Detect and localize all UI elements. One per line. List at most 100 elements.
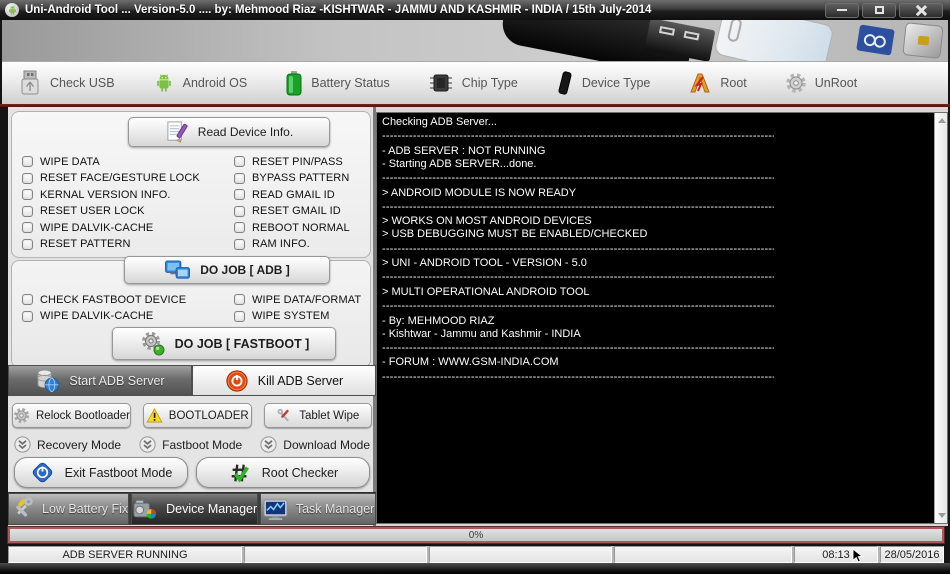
console-line: > WORKS ON MOST ANDROID DEVICES xyxy=(382,215,592,228)
minimize-icon xyxy=(837,8,847,12)
checkbox-box[interactable] xyxy=(234,222,245,233)
bootloader-button[interactable]: BOOTLOADER xyxy=(142,403,252,428)
checkbox-box[interactable] xyxy=(234,172,245,184)
checkbox-box[interactable] xyxy=(22,172,33,184)
fastboot-mode-button[interactable]: Fastboot Mode xyxy=(139,435,242,454)
toolbar-item-label: Device Type xyxy=(581,76,651,90)
maximize-button[interactable] xyxy=(862,2,896,18)
toolbar-check-usb[interactable]: Check USB xyxy=(18,70,115,96)
checkbox-box[interactable] xyxy=(22,189,33,200)
adb-server-button-row: Start ADB Server Kill ADB Server xyxy=(8,365,376,396)
checkbox-wipe-dalvik-cache[interactable]: WIPE DALVIK-CACHE xyxy=(22,221,200,234)
button-label: Exit Fastboot Mode xyxy=(64,465,173,480)
checkbox-box[interactable] xyxy=(234,294,245,305)
task-manager-button[interactable]: Task Manager xyxy=(260,493,376,525)
mode-button-row: Recovery Mode Fastboot Mode Download Mode xyxy=(14,435,370,454)
toolbar-item-label: Root xyxy=(720,76,747,90)
checkbox-kernal-version-info[interactable]: KERNAL VERSION INFO. xyxy=(22,188,200,201)
do-job-adb-button[interactable]: DO JOB [ ADB ] xyxy=(124,256,330,284)
toolbar-root[interactable]: Root xyxy=(688,71,747,95)
circuit-component-image xyxy=(902,22,944,59)
button-label: Device Manager xyxy=(166,502,258,516)
checkbox-box[interactable] xyxy=(22,310,33,322)
root-checker-button[interactable]: Root Checker xyxy=(196,457,370,488)
chevrons-down-icon xyxy=(139,436,156,453)
minimize-button[interactable] xyxy=(825,2,859,18)
checkbox-box[interactable] xyxy=(22,294,33,305)
button-label: Task Manager xyxy=(295,502,375,516)
checkbox-check-fastboot-device[interactable]: CHECK FASTBOOT DEVICE xyxy=(22,293,186,306)
checkbox-box[interactable] xyxy=(234,189,245,200)
toolbar-unroot[interactable]: UnRoot xyxy=(785,72,857,94)
checkbox-ram-info[interactable]: RAM INFO. xyxy=(234,238,350,251)
checkbox-bypass-pattern[interactable]: BYPASS PATTERN xyxy=(234,172,350,185)
checkbox-reboot-normal[interactable]: REBOOT NORMAL xyxy=(234,221,350,234)
status-field-2 xyxy=(244,546,427,563)
button-label: Download Mode xyxy=(283,437,370,452)
adb-checkbox-column-left: WIPE DATA RESET FACE/GESTURE LOCK KERNAL V… xyxy=(22,155,200,251)
console-line: Checking ADB Server... xyxy=(382,116,497,128)
checkbox-wipe-system[interactable]: WIPE SYSTEM xyxy=(234,310,361,323)
button-label: DO JOB [ FASTBOOT ] xyxy=(174,336,310,351)
checkbox-reset-pattern[interactable]: RESET PATTERN xyxy=(22,238,200,251)
checkbox-label: RESET PATTERN xyxy=(40,238,131,250)
android-app-icon xyxy=(5,3,19,17)
checkbox-box[interactable] xyxy=(22,205,33,217)
device-manager-button[interactable]: Device Manager xyxy=(131,493,259,525)
relock-bootloader-button[interactable]: Relock Bootloader xyxy=(12,403,131,428)
checkbox-box[interactable] xyxy=(234,156,245,167)
status-date: 28/05/2016 xyxy=(880,546,944,563)
console-scrollbar[interactable] xyxy=(934,113,947,523)
checkbox-label: CHECK FASTBOOT DEVICE xyxy=(40,293,187,306)
doc-pencil-icon xyxy=(165,120,190,145)
start-adb-server-button[interactable]: Start ADB Server xyxy=(8,365,192,396)
checkbox-reset-user-lock[interactable]: RESET USER LOCK xyxy=(22,205,200,218)
scroll-up-arrow-icon[interactable] xyxy=(938,118,946,123)
console-separator: ----------------------------------------… xyxy=(382,242,774,255)
checkbox-box[interactable] xyxy=(22,156,33,167)
checkbox-box[interactable] xyxy=(22,222,33,233)
console-separator: ----------------------------------------… xyxy=(382,271,774,284)
progress-bar: 0% xyxy=(8,527,944,543)
checkbox-reset-pin-pass[interactable]: RESET PIN/PASS xyxy=(234,155,350,168)
checkbox-reset-face-gesture-lock[interactable]: RESET FACE/GESTURE LOCK xyxy=(22,172,200,185)
low-battery-fix-button[interactable]: Low Battery Fix xyxy=(8,493,130,525)
window-frame-bottom xyxy=(0,563,950,574)
checkbox-label: WIPE DALVIK-CACHE xyxy=(40,310,154,322)
crossed-tools-icon xyxy=(276,407,293,424)
gear-gray-icon xyxy=(13,407,30,424)
checkbox-wipe-dalvik-cache[interactable]: WIPE DALVIK-CACHE xyxy=(22,310,186,323)
checkbox-wipe-data-format[interactable]: WIPE DATA/FORMAT xyxy=(234,293,361,306)
read-device-info-button[interactable]: Read Device Info. xyxy=(128,117,330,147)
checkbox-label: RESET USER LOCK xyxy=(40,205,145,217)
button-label: Tablet Wipe xyxy=(299,409,360,422)
download-mode-button[interactable]: Download Mode xyxy=(260,435,370,454)
toolbar-chip-type[interactable]: Chip Type xyxy=(428,72,518,94)
tablet-wipe-button[interactable]: Tablet Wipe xyxy=(263,403,373,428)
close-button[interactable] xyxy=(899,2,943,18)
task-manager-icon xyxy=(262,498,289,521)
console-line: > MULTI OPERATIONAL ANDROID TOOL xyxy=(382,285,590,298)
checkbox-reset-gmail-id[interactable]: RESET GMAIL ID xyxy=(234,205,350,218)
exit-fastboot-mode-button[interactable]: Exit Fastboot Mode xyxy=(14,457,188,488)
circuit-chip-image xyxy=(856,24,895,56)
do-job-fastboot-button[interactable]: DO JOB [ FASTBOOT ] xyxy=(112,327,336,360)
checkbox-box[interactable] xyxy=(234,238,245,250)
toolbar-battery-status[interactable]: Battery Status xyxy=(285,70,390,96)
checkbox-box[interactable] xyxy=(234,205,245,217)
bootloader-button-row: Relock Bootloader BOOTLOADER Tablet Wipe xyxy=(12,403,373,428)
toolbar-device-type[interactable]: Device Type xyxy=(556,70,651,96)
scroll-down-arrow-icon[interactable] xyxy=(938,513,946,518)
checkbox-wipe-data[interactable]: WIPE DATA xyxy=(22,155,200,168)
fastboot-checkbox-column-left: CHECK FASTBOOT DEVICE WIPE DALVIK-CACHE xyxy=(22,293,186,323)
toolbar: Check USB Android OS Battery Status Chip Ty… xyxy=(2,61,948,104)
console-line: > USB DEBUGGING MUST BE ENABLED/CHECKED xyxy=(382,228,648,241)
checkbox-read-gmail-id[interactable]: READ GMAIL ID xyxy=(234,188,350,201)
checkbox-box[interactable] xyxy=(22,238,33,250)
recovery-mode-button[interactable]: Recovery Mode xyxy=(14,435,121,454)
console-line: > UNI - ANDROID TOOL - VERSION - 5.0 xyxy=(382,257,587,270)
checkbox-box[interactable] xyxy=(234,310,245,322)
toolbar-item-label: Check USB xyxy=(50,76,115,90)
kill-adb-server-button[interactable]: Kill ADB Server xyxy=(192,365,376,396)
toolbar-android-os[interactable]: Android OS xyxy=(153,72,247,94)
